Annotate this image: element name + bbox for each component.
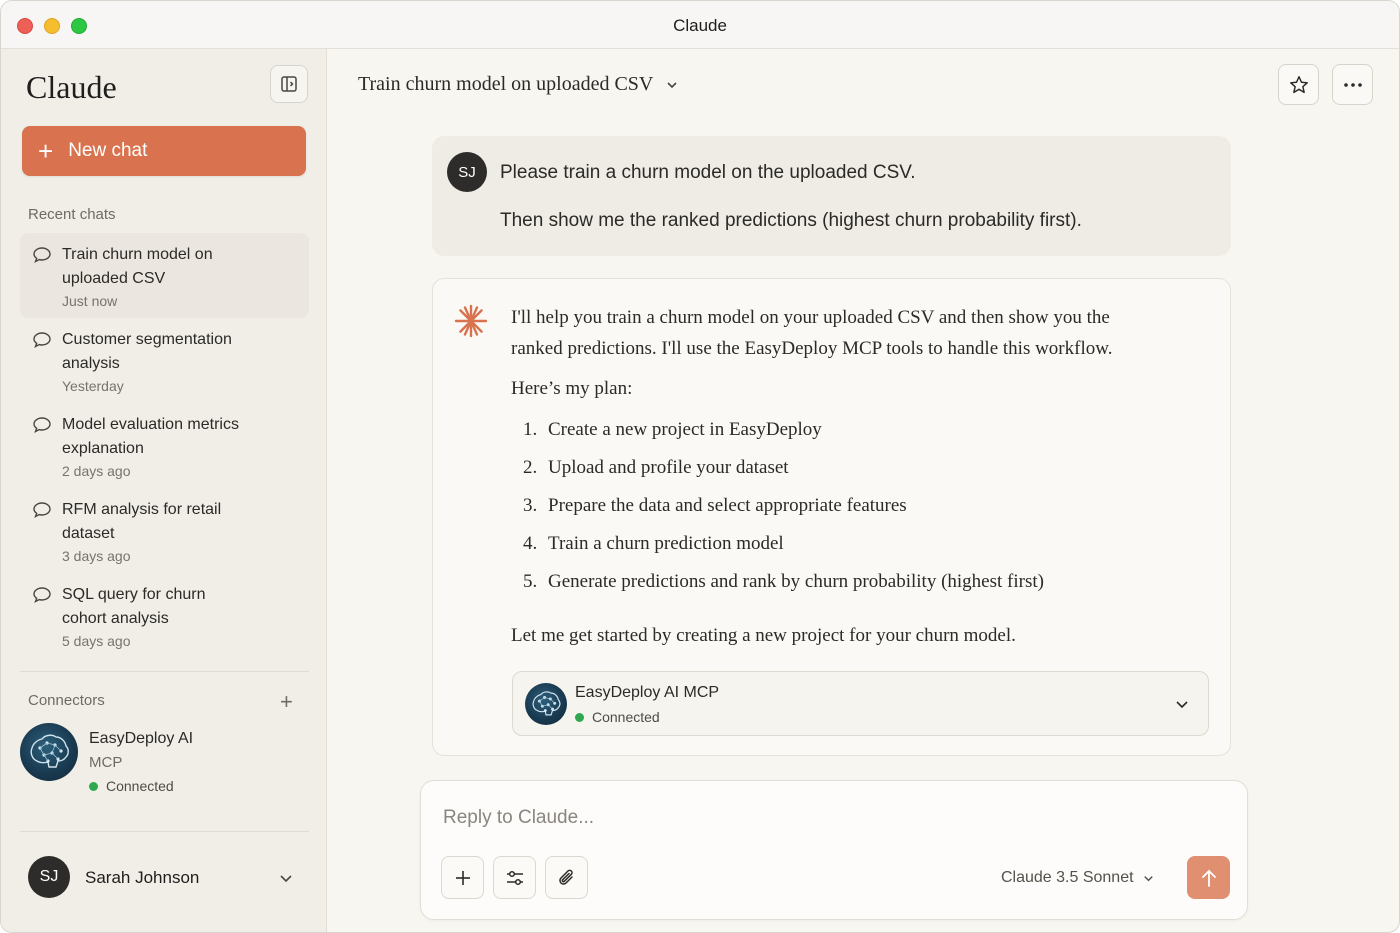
chevron-down-icon[interactable] <box>1174 696 1190 712</box>
chat-bubble-icon <box>33 332 51 348</box>
chat-item-train-churn[interactable]: Train churn model on uploaded CSV Just n… <box>20 233 309 318</box>
user-menu[interactable]: SJ Sarah Johnson <box>28 856 308 900</box>
chat-item-sql-query[interactable]: SQL query for churn cohort analysis 5 da… <box>20 573 309 658</box>
recent-chat-list: Train churn model on uploaded CSV Just n… <box>20 233 309 658</box>
plus-icon <box>455 870 470 885</box>
chat-item-model-evaluation[interactable]: Model evaluation metrics explanation 2 d… <box>20 403 309 488</box>
claude-spark-icon <box>454 304 488 338</box>
main-panel: Train churn model on uploaded CSV SJ Ple… <box>328 49 1399 932</box>
user-message-line: Please train a churn model on the upload… <box>500 162 916 183</box>
tool-status-text: Connected <box>592 709 660 725</box>
plan-list: 1. Create a new project in EasyDeploy 2. U… <box>523 419 1044 609</box>
sidebar-divider <box>20 671 309 672</box>
tool-call-card[interactable]: EasyDeploy AI MCP Connected <box>512 671 1209 736</box>
more-icon <box>1343 82 1362 87</box>
paperclip-icon <box>558 869 573 885</box>
sidebar: Claude + New chat Recent chats Train chu… <box>1 49 327 932</box>
assistant-text: I'll help you train a churn model on you… <box>511 307 1110 328</box>
add-attachment-button[interactable] <box>441 856 484 899</box>
tools-settings-button[interactable] <box>493 856 536 899</box>
connectors-label: Connectors <box>28 692 105 709</box>
connector-easydeploy[interactable]: EasyDeploy AI MCP Connected <box>20 723 309 803</box>
tool-name: EasyDeploy AI MCP <box>575 684 720 701</box>
more-options-button[interactable] <box>1332 64 1373 105</box>
chat-item-customer-segmentation[interactable]: Customer segmentation analysis Yesterday <box>20 318 309 403</box>
connector-name: EasyDeploy AI MCP <box>89 727 193 775</box>
user-name: Sarah Johnson <box>85 868 200 887</box>
assistant-message: I'll help you train a churn model on you… <box>432 278 1231 756</box>
sliders-icon <box>506 870 523 885</box>
chat-item-title: Model evaluation metrics explanation <box>62 416 239 457</box>
connector-name-line1: EasyDeploy AI <box>89 730 194 747</box>
app-window: Claude Claude + New chat Recent chats Tr… <box>0 0 1400 933</box>
assistant-text: ranked predictions. I'll use the EasyDep… <box>511 338 1113 359</box>
chevron-down-icon <box>667 81 677 88</box>
assistant-closing-text: Let me get started by creating a new pro… <box>511 625 1016 646</box>
reply-composer: Claude 3.5 Sonnet <box>420 780 1248 920</box>
sidebar-toggle-button[interactable] <box>270 65 308 103</box>
chevron-down-icon <box>280 875 292 883</box>
model-name: Claude 3.5 Sonnet <box>1001 869 1134 886</box>
star-button[interactable] <box>1278 64 1319 105</box>
easydeploy-logo-icon <box>20 723 78 781</box>
user-message-line: Then show me the ranked predictions (hig… <box>500 210 1082 231</box>
attach-file-button[interactable] <box>545 856 588 899</box>
model-selector[interactable]: Claude 3.5 Sonnet <box>1001 869 1155 887</box>
status-dot-icon <box>89 781 98 791</box>
chat-item-time: 2 days ago <box>62 463 131 479</box>
new-chat-button[interactable]: + New chat <box>22 126 306 176</box>
panel-toggle-icon <box>281 76 297 92</box>
add-connector-button[interactable]: + <box>280 689 293 715</box>
user-message: SJ Please train a churn model on the upl… <box>432 136 1231 256</box>
plus-icon: + <box>38 136 54 166</box>
chevron-down-icon <box>1143 875 1153 881</box>
brand-logo-text: Claude <box>26 69 117 105</box>
chat-item-title: RFM analysis for retail dataset <box>62 501 222 542</box>
chat-item-title: Train churn model on uploaded CSV <box>62 246 213 287</box>
chat-item-time: 5 days ago <box>62 633 131 649</box>
chat-item-rfm-analysis[interactable]: RFM analysis for retail dataset 3 days a… <box>20 488 309 573</box>
arrow-up-icon <box>1201 869 1216 887</box>
connector-status: Connected <box>89 778 174 794</box>
conversation-title: Train churn model on uploaded CSV <box>358 73 654 95</box>
chat-bubble-icon <box>33 417 51 433</box>
plan-item: 4. Train a churn prediction model <box>523 533 784 554</box>
chat-item-time: 3 days ago <box>62 548 131 564</box>
chat-bubble-icon <box>33 247 51 263</box>
plan-item: 3. Prepare the data and select appropriat… <box>523 495 907 516</box>
status-dot-icon <box>575 712 584 722</box>
send-button[interactable] <box>1187 856 1230 899</box>
connector-name-line2: MCP <box>89 754 123 771</box>
conversation-title-dropdown[interactable]: Train churn model on uploaded CSV <box>358 73 679 96</box>
plan-item: 1. Create a new project in EasyDeploy <box>523 419 822 440</box>
reply-input[interactable] <box>443 805 1223 831</box>
window-title: Claude <box>673 16 727 35</box>
chat-item-title: Customer segmentation analysis <box>62 331 232 372</box>
connector-status-text: Connected <box>106 778 174 794</box>
title-bar: Claude <box>1 1 1399 49</box>
plan-item: 2. Upload and profile your dataset <box>523 457 789 478</box>
user-message-avatar: SJ <box>447 152 487 192</box>
sidebar-divider <box>20 831 309 832</box>
recent-chats-label: Recent chats <box>28 206 116 223</box>
chat-bubble-icon <box>33 587 51 603</box>
chat-item-time: Just now <box>62 293 118 309</box>
plan-heading: Here’s my plan: <box>511 378 633 399</box>
user-avatar: SJ <box>28 856 70 898</box>
new-chat-label: New chat <box>68 140 148 161</box>
chat-item-time: Yesterday <box>62 378 124 394</box>
chat-item-title: SQL query for churn cohort analysis <box>62 586 206 627</box>
chat-bubble-icon <box>33 502 51 518</box>
tool-status: Connected <box>575 709 660 725</box>
star-icon <box>1289 75 1308 93</box>
easydeploy-logo-icon <box>525 683 567 725</box>
plan-item: 5. Generate predictions and rank by churn… <box>523 571 1044 592</box>
